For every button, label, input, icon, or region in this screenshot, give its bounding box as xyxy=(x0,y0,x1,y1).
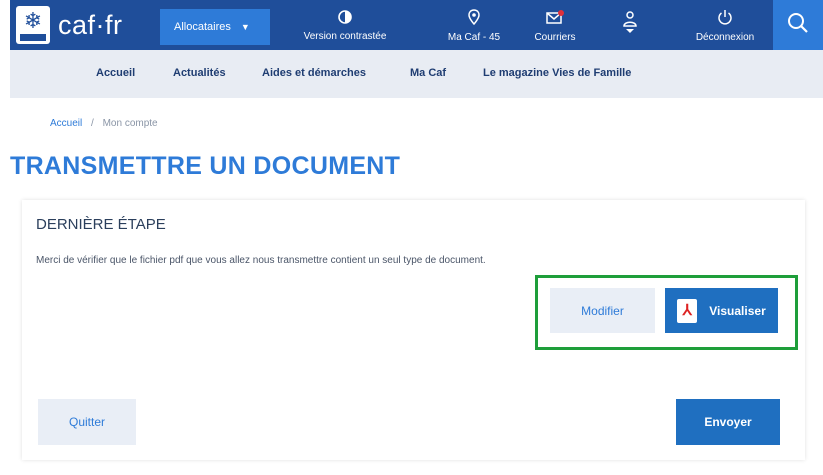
quit-button[interactable]: Quitter xyxy=(38,399,136,445)
search-button[interactable] xyxy=(773,0,823,50)
modify-button[interactable]: Modifier xyxy=(550,288,655,333)
modify-button-label: Modifier xyxy=(581,303,624,318)
nav-label: Courriers xyxy=(534,31,576,43)
eye-icon xyxy=(337,10,353,28)
subnav-magazine[interactable]: Le magazine Vies de Famille xyxy=(483,67,631,79)
logo-text: caf·fr xyxy=(58,9,123,40)
pdf-icon: ⅄ xyxy=(677,298,698,323)
nav-deconnexion[interactable]: Déconnexion xyxy=(690,4,760,48)
nav-label: Version contrastée xyxy=(303,31,387,42)
breadcrumb: Accueil / Mon compte xyxy=(50,118,158,129)
nav-version-contrastee[interactable]: Version contrastée xyxy=(290,4,400,48)
breadcrumb-current: Mon compte xyxy=(102,118,158,129)
send-button[interactable]: Envoyer xyxy=(676,399,780,445)
quit-button-label: Quitter xyxy=(68,415,105,429)
subnav-aides-demarches[interactable]: Aides et démarches xyxy=(262,67,366,79)
mail-icon xyxy=(546,9,564,29)
send-button-label: Envoyer xyxy=(704,415,752,429)
nav-user-menu[interactable] xyxy=(615,4,645,48)
caret-down-icon: ▼ xyxy=(240,22,250,32)
preview-button-label: Visualiser xyxy=(709,303,766,318)
page-title: TRANSMETTRE UN DOCUMENT xyxy=(10,152,401,180)
location-pin-icon xyxy=(468,9,480,29)
nav-label: Déconnexion xyxy=(695,32,755,43)
snowflake-logo-icon: ❄ xyxy=(16,6,50,44)
allocataires-dropdown[interactable]: Allocataires ▼ xyxy=(160,9,270,45)
main-navigation: Accueil Actualités Aides et démarches Ma… xyxy=(10,50,823,98)
preview-button[interactable]: ⅄ Visualiser xyxy=(665,288,778,333)
nav-ma-caf[interactable]: Ma Caf - 45 xyxy=(446,4,502,48)
nav-label: Ma Caf - 45 xyxy=(447,32,501,43)
step-instruction: Merci de vérifier que le fichier pdf que… xyxy=(36,255,486,266)
user-icon xyxy=(623,10,637,39)
search-icon xyxy=(787,12,809,39)
subnav-actualites[interactable]: Actualités xyxy=(173,67,226,79)
allocataires-label: Allocataires xyxy=(174,21,231,33)
caf-logo[interactable]: ❄ caf·fr xyxy=(10,0,165,50)
subnav-accueil[interactable]: Accueil xyxy=(96,67,135,79)
step-title: DERNIÈRE ÉTAPE xyxy=(36,216,166,233)
breadcrumb-separator: / xyxy=(91,118,94,129)
breadcrumb-home-link[interactable]: Accueil xyxy=(50,118,82,129)
power-icon xyxy=(717,9,733,29)
nav-courriers[interactable]: Courriers xyxy=(530,4,580,48)
subnav-ma-caf[interactable]: Ma Caf xyxy=(410,67,446,79)
